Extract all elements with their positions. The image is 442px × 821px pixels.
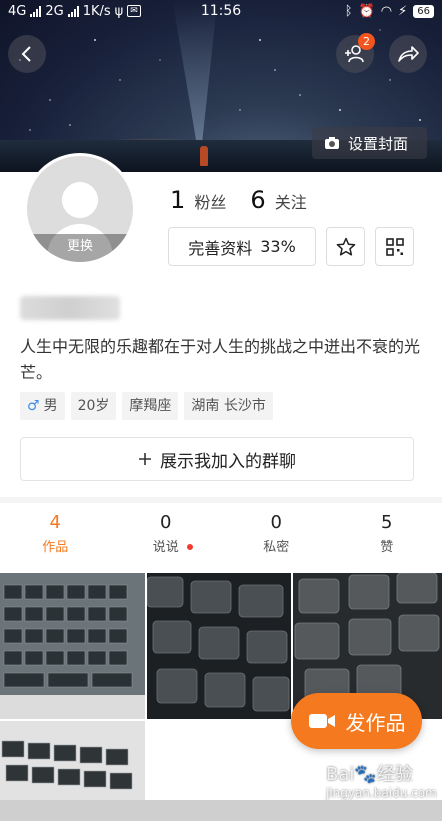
watermark-url: jingyan.baidu.com (326, 786, 437, 800)
tab-likes-count: 5 (381, 512, 393, 533)
video-camera-icon (308, 714, 335, 728)
tab-posts-label: 说说 (152, 540, 179, 555)
publish-button[interactable]: 发作品 (291, 693, 422, 749)
location-tag: 湖南 长沙市 (184, 392, 273, 420)
new-dot (186, 544, 193, 550)
back-arrow-icon (21, 46, 31, 62)
gender-tag: ♂ 男 (20, 392, 65, 420)
following-count: 6 (250, 186, 266, 214)
publish-label: 发作品 (345, 710, 406, 735)
status-bar: 4G 2G 1K/s ψ ✉ 11:56 ᛒ ⏰ ◠ ⚡ 66 (0, 0, 442, 22)
bio-text: 人生中无限的乐趣都在于对人生的挑战之中迸出不衰的光芒。 (20, 337, 421, 382)
tab-works-count: 4 (49, 512, 61, 533)
complete-profile-label: 完善资料 (188, 238, 253, 258)
gender-label: 男 (43, 398, 58, 414)
tab-posts[interactable]: 0 说说 (111, 510, 222, 566)
keyboard-photo (0, 573, 145, 719)
share-icon (398, 46, 419, 62)
cover-person (200, 146, 208, 166)
set-cover-button[interactable]: 设置封面 (312, 127, 427, 159)
profile-stats: 1 粉丝 6 关注 (170, 186, 307, 214)
profile-tabs: 4 作品 0 说说 0 私密 5 赞 (0, 510, 442, 566)
work-thumbnail-1[interactable] (0, 573, 145, 719)
tab-works-label: 作品 (42, 540, 69, 555)
complete-percent: 33% (260, 237, 296, 256)
tab-posts-count: 0 (160, 512, 172, 533)
following-stat[interactable]: 6 关注 (250, 186, 306, 214)
qrcode-button[interactable] (375, 227, 414, 266)
clock: 11:56 (200, 3, 242, 19)
show-groups-label: 展示我加入的群聊 (160, 451, 296, 472)
watermark-brand-mid: 经验 (376, 764, 413, 785)
friend-request-badge: 2 (358, 33, 375, 50)
age-tag: 20岁 (70, 392, 117, 420)
watermark-brand: Bai (326, 764, 355, 785)
work-thumbnail-2[interactable] (147, 573, 291, 719)
tab-works[interactable]: 4 作品 (0, 510, 111, 566)
fans-label: 粉丝 (194, 193, 227, 212)
complete-profile-button[interactable]: 完善资料 33% (168, 227, 316, 266)
fans-stat[interactable]: 1 粉丝 (170, 186, 226, 214)
back-button[interactable] (8, 35, 46, 73)
show-groups-button[interactable]: 展示我加入的群聊 (20, 437, 414, 481)
tab-private[interactable]: 0 私密 (221, 510, 332, 566)
camera-icon (325, 137, 339, 149)
male-icon: ♂ (27, 398, 40, 414)
tab-likes-label: 赞 (380, 540, 394, 555)
favorite-button[interactable] (326, 227, 365, 266)
plus-icon (139, 453, 151, 465)
avatar[interactable]: 更换 (24, 153, 136, 265)
section-divider (0, 497, 442, 503)
qrcode-icon (385, 237, 404, 256)
profile-tags: ♂ 男 20岁 摩羯座 湖南 长沙市 (20, 392, 273, 420)
share-button[interactable] (389, 35, 427, 73)
tab-private-label: 私密 (263, 540, 290, 555)
tab-likes[interactable]: 5 赞 (332, 510, 442, 566)
avatar-change-label[interactable]: 更换 (27, 234, 133, 262)
watermark: Bai🐾经验 jingyan.baidu.com (326, 764, 437, 800)
set-cover-label: 设置封面 (348, 134, 409, 153)
fans-count: 1 (170, 186, 186, 214)
nickname-blurred (20, 296, 120, 320)
zodiac-tag: 摩羯座 (122, 392, 179, 420)
star-icon (336, 237, 355, 256)
tab-private-count: 0 (270, 512, 282, 533)
bottom-caption-band (0, 800, 442, 821)
keyboard-photo (147, 573, 291, 719)
add-friend-button[interactable]: 2 (336, 33, 375, 73)
following-label: 关注 (274, 193, 307, 212)
